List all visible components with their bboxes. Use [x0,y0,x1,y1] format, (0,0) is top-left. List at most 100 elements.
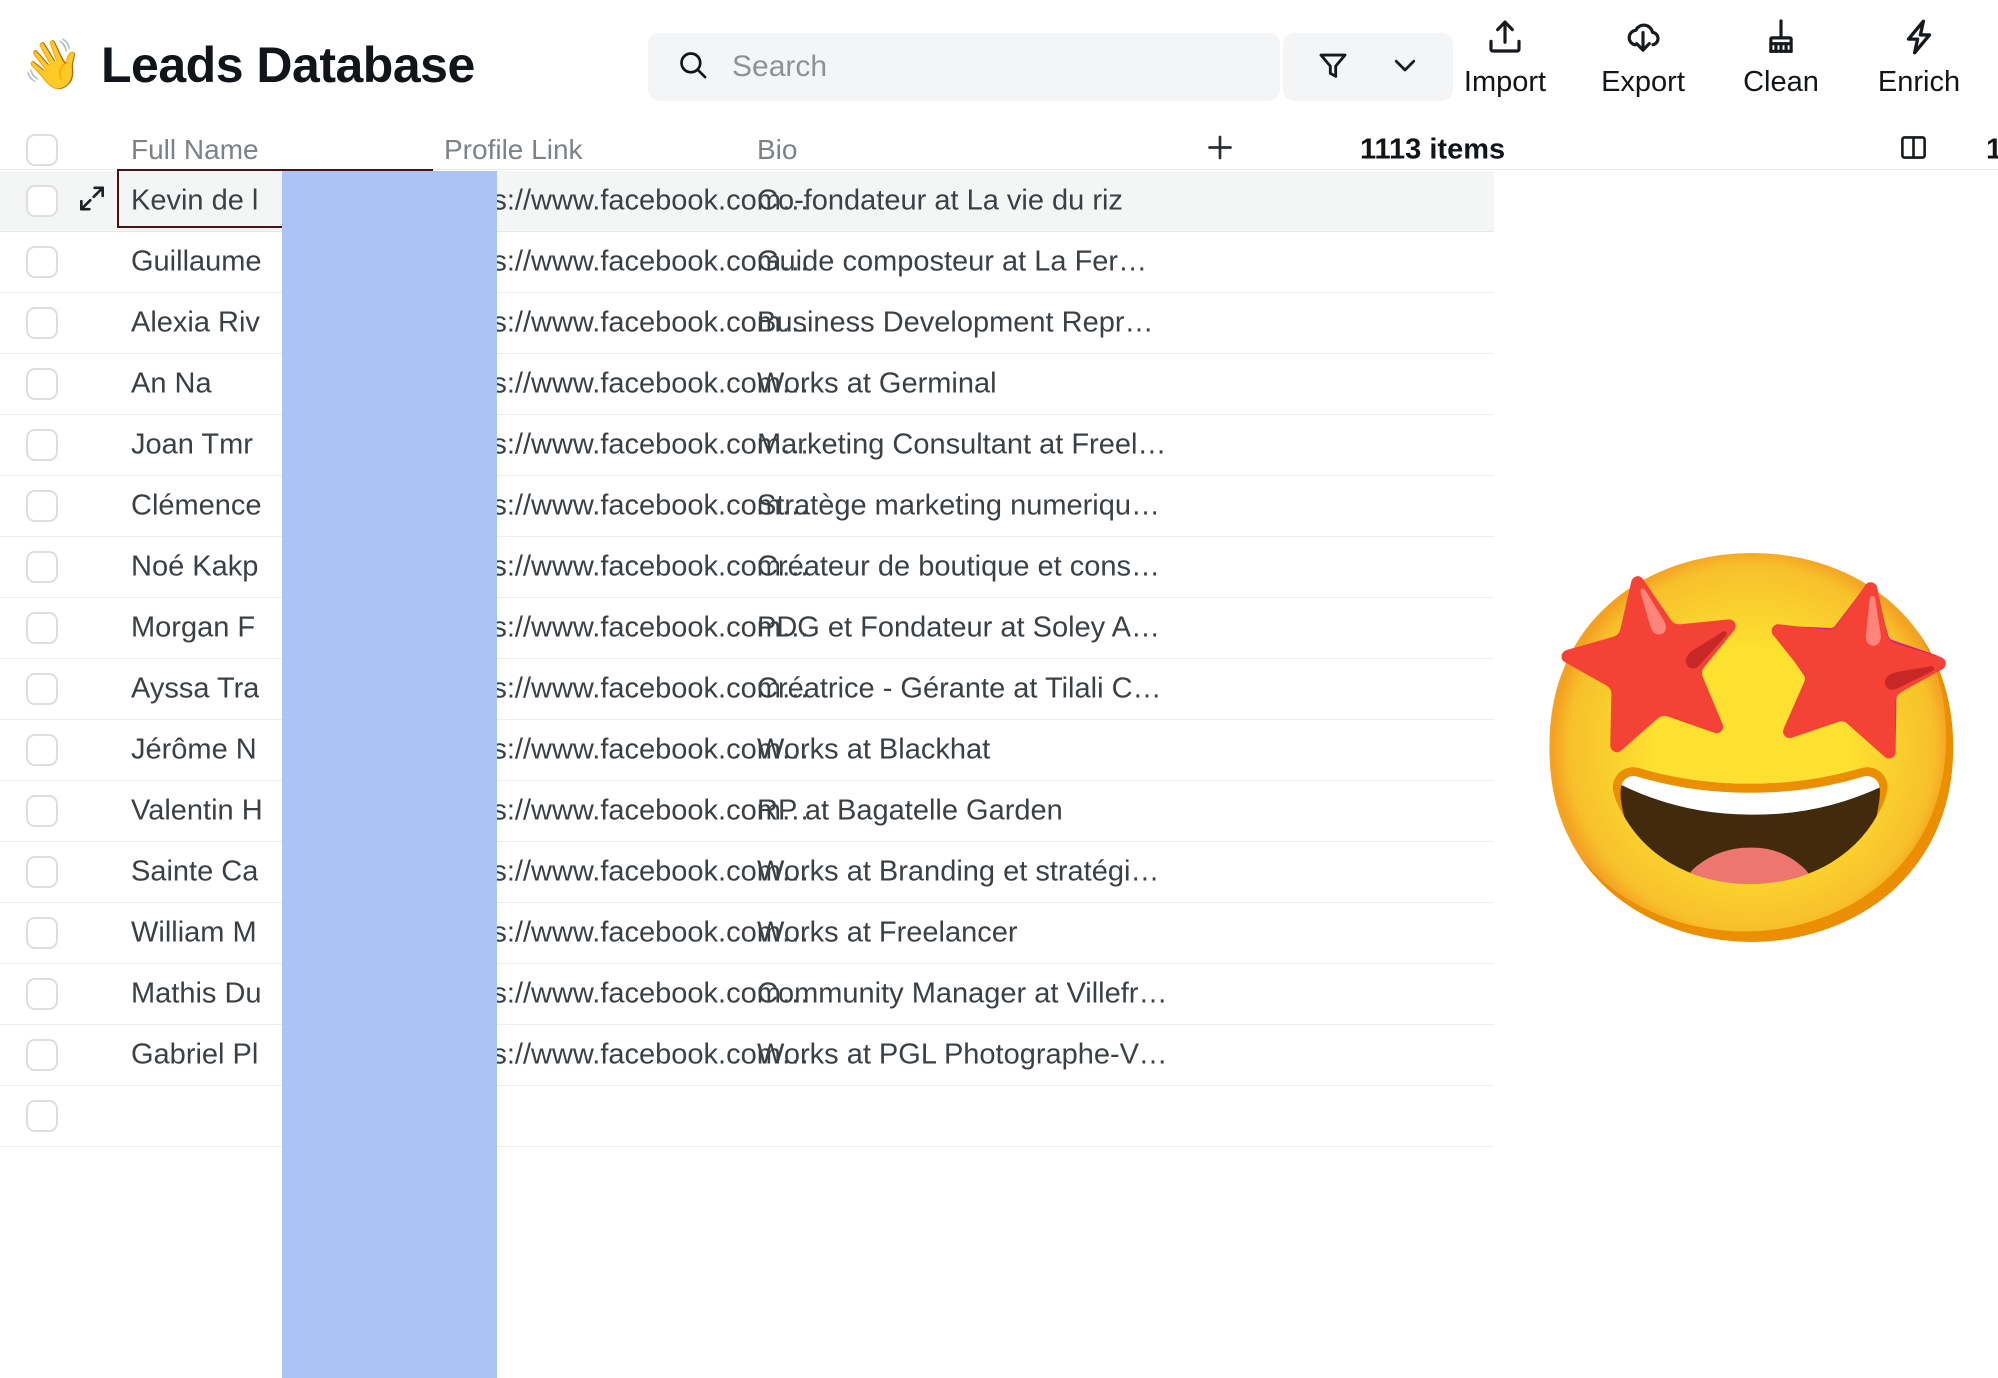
row-checkbox[interactable] [26,368,58,400]
cell-bio[interactable]: RP at Bagatelle Garden [757,795,1063,828]
table-row[interactable] [0,1086,1494,1147]
cell-profile-link[interactable]: https://www.facebook.com… [444,673,810,706]
add-column-button[interactable] [1203,130,1237,169]
row-checkbox[interactable] [26,612,58,644]
clean-button[interactable]: Clean [1712,14,1850,97]
row-checkbox[interactable] [26,429,58,461]
cell-profile-link[interactable]: https://www.facebook.com… [444,307,810,340]
row-checkbox[interactable] [26,734,58,766]
cell-bio[interactable]: Works at Blackhat [757,734,990,767]
table-row[interactable]: Joan Tmr https://www.facebook.com…Marketi… [0,415,1494,476]
search-input[interactable] [732,44,1252,90]
row-checkbox[interactable] [26,978,58,1010]
trailing-count-label: 1 [1986,133,1998,166]
import-button[interactable]: Import [1436,14,1574,97]
chevron-down-icon[interactable] [1390,50,1420,85]
cell-full-name[interactable]: Mathis Du [131,978,262,1011]
cell-bio[interactable]: Business Development Representative … [757,307,1169,340]
cell-full-name[interactable]: Sainte Ca [131,856,258,889]
cell-bio[interactable]: Community Manager at Villefranche-sur… [757,978,1169,1011]
split-panel-icon[interactable] [1898,132,1929,168]
cell-bio[interactable]: Créateur de boutique et consultant at S… [757,551,1169,584]
cell-profile-link[interactable]: https://www.facebook.com… [444,734,810,767]
top-toolbar: 👋 Leads Database [0,0,1998,130]
cell-bio[interactable]: Guide composteur at La Ferme du Rec … [757,246,1169,279]
cell-bio[interactable]: PDG et Fondateur at Soley Académie - … [757,612,1169,645]
row-checkbox[interactable] [26,551,58,583]
cell-bio[interactable]: Créatrice - Gérante at Tilali Concept St… [757,673,1169,706]
cell-full-name[interactable]: Guillaume [131,246,262,279]
row-checkbox[interactable] [26,490,58,522]
cell-full-name[interactable]: Valentin H [131,795,263,828]
table-row[interactable]: Ayssa Tra https://www.facebook.com…Créatr… [0,659,1494,720]
cell-bio[interactable]: Works at Germinal [757,368,997,401]
row-checkbox[interactable] [26,673,58,705]
column-header-bio[interactable]: Bio [757,134,797,166]
cell-full-name[interactable]: Joan Tmr [131,429,253,462]
cell-profile-link[interactable]: https://www.facebook.com… [444,368,810,401]
cell-profile-link[interactable]: https://www.facebook.com… [444,246,810,279]
lightning-bolt-icon [1898,14,1940,60]
cell-bio[interactable]: Works at Branding et stratégie 360• [757,856,1169,889]
column-header-full-name[interactable]: Full Name [131,134,259,166]
table-row[interactable]: Valentin H https://www.facebook.com…RP at… [0,781,1494,842]
cell-bio[interactable]: Works at PGL Photographe-Vidéaste-Cr… [757,1039,1169,1072]
table-row[interactable]: An Na https://www.facebook.com…Works at G… [0,354,1494,415]
page-title-block: 👋 Leads Database [22,36,475,94]
expand-row-icon[interactable] [76,183,108,220]
row-checkbox[interactable] [26,246,58,278]
cell-profile-link[interactable]: https://www.facebook.com… [444,490,810,523]
waving-hand-icon: 👋 [22,41,83,90]
table-row[interactable]: Sainte Ca https://www.facebook.com…Works … [0,842,1494,903]
row-checkbox[interactable] [26,1100,58,1132]
search-box[interactable] [648,33,1280,101]
cell-full-name[interactable]: Gabriel Pl [131,1039,258,1072]
cell-profile-link[interactable]: https://www.facebook.com… [444,429,810,462]
cell-full-name[interactable]: Jérôme N [131,734,257,767]
export-button[interactable]: Export [1574,14,1712,97]
table-row[interactable]: Gabriel Pl https://www.facebook.com…Works… [0,1025,1494,1086]
cell-full-name[interactable]: An Na [131,368,212,401]
cell-profile-link[interactable]: https://www.facebook.com… [444,795,810,828]
table-row[interactable]: Noé Kakp https://www.facebook.com…Créateu… [0,537,1494,598]
cell-full-name[interactable]: William M [131,917,257,950]
row-checkbox[interactable] [26,1039,58,1071]
table-row[interactable]: Alexia Riv https://www.facebook.com…Busin… [0,293,1494,354]
cell-full-name[interactable]: Alexia Riv [131,307,260,340]
table-row[interactable]: Guillaume https://www.facebook.com…Guide … [0,232,1494,293]
select-all-checkbox[interactable] [26,134,58,166]
cell-profile-link[interactable]: https://www.facebook.com… [444,917,810,950]
table-row[interactable]: William M https://www.facebook.com…Works … [0,903,1494,964]
star-struck-emoji-overlay: 🤩 [1516,560,1989,940]
table-row[interactable]: Morgan F https://www.facebook.com…PDG et … [0,598,1494,659]
table-row[interactable]: Clémence https://www.facebook.com…Stratèg… [0,476,1494,537]
cell-profile-link[interactable]: https://www.facebook.com… [444,1039,810,1072]
row-checkbox[interactable] [26,185,58,217]
cell-profile-link[interactable]: https://www.facebook.com… [444,551,810,584]
filter-button[interactable] [1283,33,1453,101]
cell-bio[interactable]: Stratège marketing numerique at H31 A… [757,490,1169,523]
row-checkbox[interactable] [26,917,58,949]
table-row[interactable]: Jérôme N https://www.facebook.com…Works a… [0,720,1494,781]
row-checkbox[interactable] [26,307,58,339]
toolbar-actions: Import Export [1436,14,1988,97]
cell-profile-link[interactable]: https://www.facebook.com… [444,856,810,889]
cell-bio[interactable]: Marketing Consultant at Freelancer [757,429,1169,462]
cell-profile-link[interactable]: https://www.facebook.com… [444,978,810,1011]
cell-full-name[interactable]: Noé Kakp [131,551,258,584]
row-checkbox[interactable] [26,795,58,827]
enrich-button[interactable]: Enrich [1850,14,1988,97]
table-row[interactable]: Mathis Du https://www.facebook.com…Commun… [0,964,1494,1025]
column-header-profile-link[interactable]: Profile Link [444,134,583,166]
cell-full-name[interactable]: Kevin de l [131,185,258,218]
cell-profile-link[interactable]: https://www.facebook.com… [444,612,810,645]
cell-bio[interactable]: Works at Freelancer [757,917,1018,950]
table-row[interactable]: Kevin de l https://www.facebook.com…Co-fo… [0,171,1494,232]
cell-full-name[interactable]: Ayssa Tra [131,673,259,706]
cell-bio[interactable]: Co-fondateur at La vie du riz [757,185,1123,218]
row-checkbox[interactable] [26,856,58,888]
enrich-label: Enrich [1878,68,1960,97]
cell-full-name[interactable]: Clémence [131,490,262,523]
cell-profile-link[interactable]: https://www.facebook.com… [444,185,810,218]
cell-full-name[interactable]: Morgan F [131,612,255,645]
